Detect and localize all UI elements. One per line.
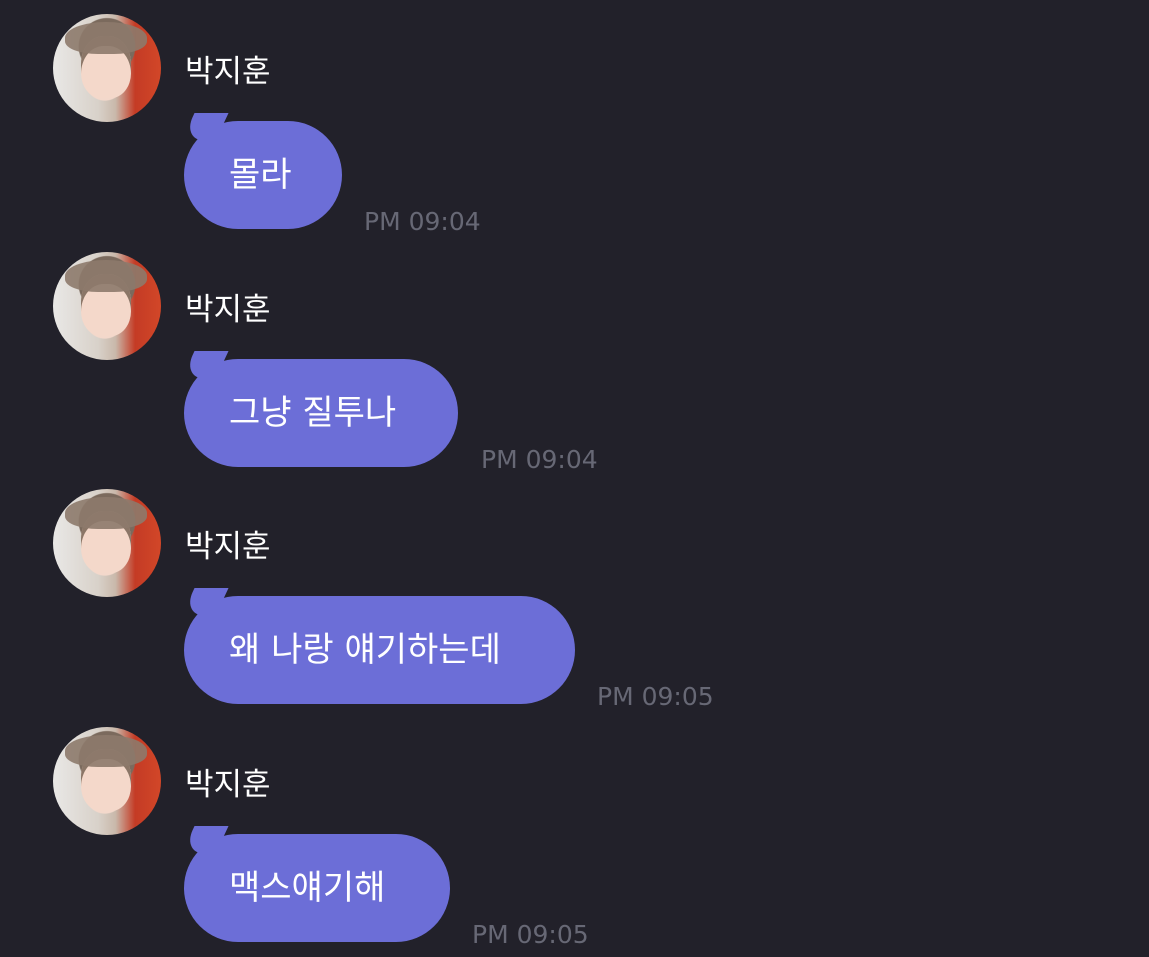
sender-name: 박지훈 — [185, 767, 271, 803]
sender-name: 박지훈 — [185, 529, 271, 565]
sender-name: 박지훈 — [185, 54, 271, 90]
avatar[interactable] — [53, 489, 161, 597]
avatar[interactable] — [53, 252, 161, 360]
message-timestamp: PM 09:04 — [481, 445, 598, 474]
message-timestamp: PM 09:05 — [597, 682, 714, 711]
message-bubble[interactable]: 몰라 — [184, 121, 342, 229]
chat-message: 박지훈 그냥 질투나 PM 09:04 — [0, 252, 1149, 482]
message-timestamp: PM 09:04 — [364, 207, 481, 236]
avatar[interactable] — [53, 727, 161, 835]
message-bubble[interactable]: 그냥 질투나 — [184, 359, 458, 467]
message-bubble[interactable]: 맥스얘기해 — [184, 834, 450, 942]
chat-message: 박지훈 맥스얘기해 PM 09:05 — [0, 727, 1149, 957]
message-bubble[interactable]: 왜 나랑 얘기하는데 — [184, 596, 575, 704]
message-timestamp: PM 09:05 — [472, 920, 589, 949]
chat-message: 박지훈 왜 나랑 얘기하는데 PM 09:05 — [0, 489, 1149, 719]
chat-message: 박지훈 몰라 PM 09:04 — [0, 14, 1149, 244]
avatar[interactable] — [53, 14, 161, 122]
sender-name: 박지훈 — [185, 292, 271, 328]
